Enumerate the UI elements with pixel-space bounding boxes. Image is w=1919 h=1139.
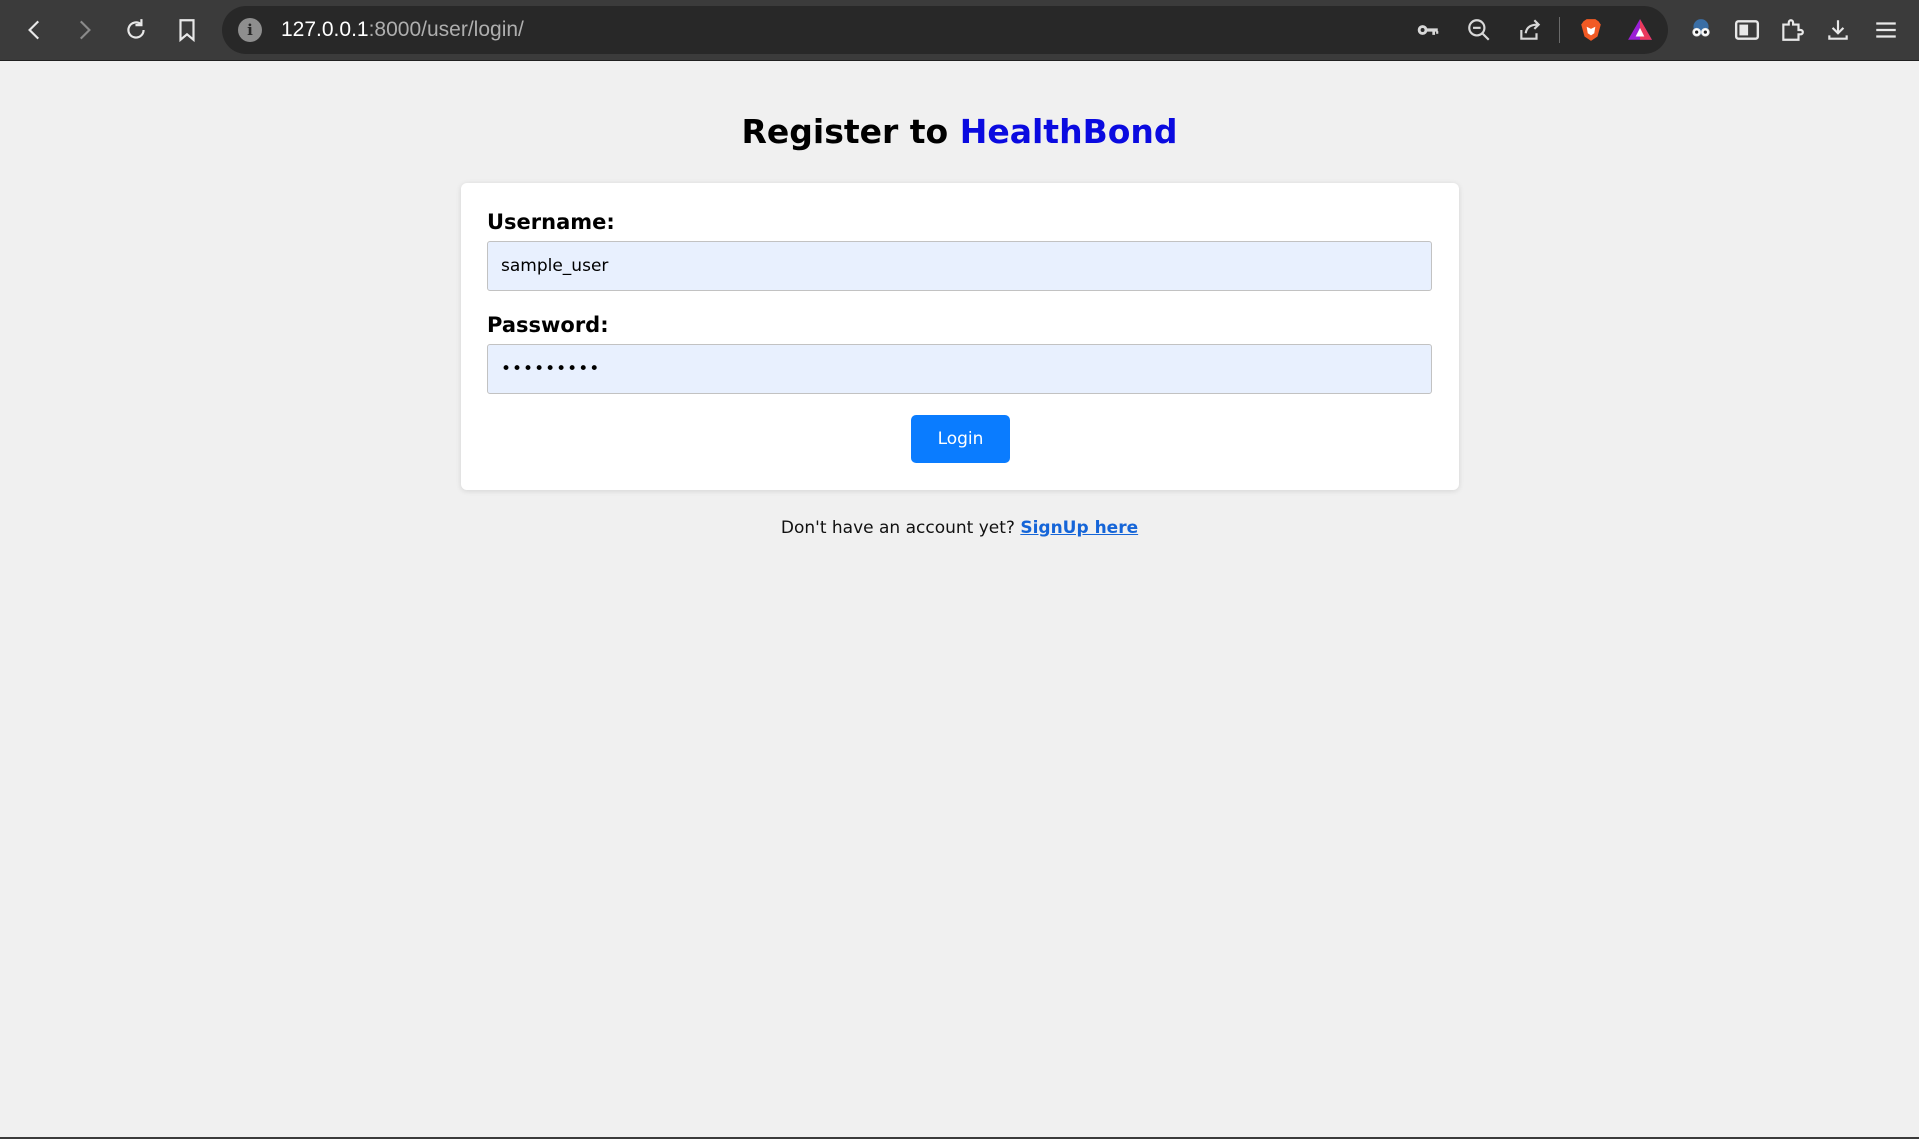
site-info-icon[interactable]: i — [238, 18, 262, 42]
brave-shields-button[interactable] — [1577, 16, 1605, 44]
address-bar[interactable]: i 127.0.0.1:8000/user/login/ — [222, 6, 1668, 54]
login-card: Username: sample_user Password: ••••••••… — [461, 183, 1459, 490]
login-button[interactable]: Login — [911, 415, 1010, 463]
main-menu-button[interactable] — [1868, 12, 1904, 48]
url-path: :8000/user/login/ — [368, 18, 524, 41]
brand-name: HealthBond — [959, 112, 1178, 151]
key-icon — [1417, 25, 1439, 35]
zoom-out-icon — [1468, 19, 1490, 41]
title-prefix: Register to — [741, 112, 960, 151]
menu-icon — [1876, 22, 1896, 38]
url-separator — [1559, 17, 1560, 43]
brave-rewards-icon — [1628, 19, 1652, 40]
share-icon — [1520, 19, 1541, 40]
brave-shields-icon — [1581, 19, 1601, 41]
brave-rewards-button[interactable] — [1626, 16, 1654, 44]
username-label: Username: — [487, 210, 615, 234]
downloads-button[interactable] — [1820, 12, 1856, 48]
username-input[interactable]: sample_user — [487, 241, 1432, 291]
bookmark-button[interactable] — [169, 12, 205, 48]
browser-toolbar: i 127.0.0.1:8000/user/login/ — [0, 0, 1919, 61]
extension-glasses-icon — [1692, 19, 1710, 37]
url-host: 127.0.0.1 — [281, 18, 369, 41]
signup-link[interactable]: SignUp here — [1020, 518, 1138, 538]
forward-button[interactable] — [66, 12, 102, 48]
url-text[interactable]: 127.0.0.1:8000/user/login/ — [281, 18, 524, 42]
password-mask: ••••••••• — [501, 359, 601, 379]
password-key-button[interactable] — [1414, 16, 1442, 44]
signup-prompt: Don't have an account yet? SignUp here — [0, 518, 1919, 538]
zoom-button[interactable] — [1465, 16, 1493, 44]
password-input[interactable]: ••••••••• — [487, 344, 1432, 394]
password-label: Password: — [487, 313, 609, 337]
sidebar-icon — [1734, 20, 1760, 40]
forward-icon — [79, 20, 91, 40]
back-icon — [28, 20, 40, 40]
bookmark-icon — [179, 19, 195, 43]
signup-prompt-text: Don't have an account yet? — [780, 518, 1021, 538]
back-button[interactable] — [17, 12, 53, 48]
reload-icon — [127, 19, 145, 39]
share-button[interactable] — [1516, 16, 1544, 44]
extensions-button[interactable] — [1774, 12, 1810, 48]
download-icon — [1828, 20, 1848, 40]
sidebar-button[interactable] — [1729, 12, 1765, 48]
extensions-puzzle-icon — [1782, 19, 1804, 41]
page-title: Register to HealthBond — [0, 112, 1919, 151]
extension-button[interactable] — [1683, 12, 1719, 48]
reload-button[interactable] — [118, 12, 154, 48]
